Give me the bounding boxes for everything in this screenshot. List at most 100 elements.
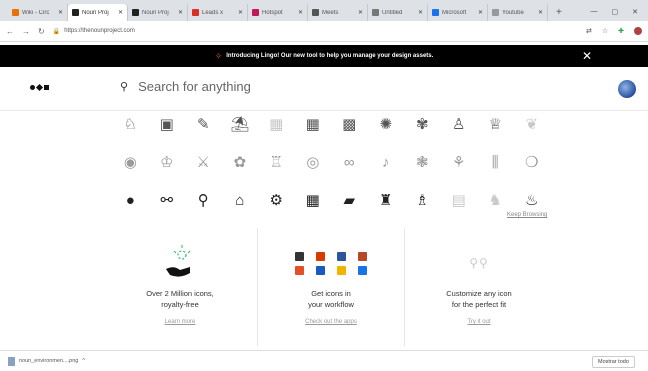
icon-tile[interactable]: ▤: [441, 193, 478, 208]
close-tab-icon[interactable]: ✕: [298, 9, 303, 16]
close-window-icon[interactable]: ✕: [632, 8, 638, 16]
icon-tile[interactable]: ♜: [368, 193, 405, 208]
translate-icon[interactable]: ⇄: [586, 27, 592, 35]
close-tab-icon[interactable]: ✕: [478, 9, 483, 16]
noun-project-logo[interactable]: [30, 83, 49, 92]
icon-tile[interactable]: ♔: [149, 155, 186, 170]
icon-tile[interactable]: ◉: [112, 155, 149, 170]
app-icons-grid: [256, 240, 406, 286]
chevron-up-icon[interactable]: ^: [82, 358, 85, 364]
icon-tile[interactable]: ♪: [368, 155, 405, 170]
feature-icons-count: Over 2 Million icons, royalty-free Learn…: [105, 240, 255, 328]
download-bar: noun_environmen....png ^: [0, 350, 648, 371]
browser-tab[interactable]: Noun Proj ✕: [128, 4, 188, 21]
icon-row: ◉ ♔ ⚔ ✿ ♖ ◎ ∞ ♪ ❃ ⚘ ⫼ ❍: [112, 143, 552, 181]
try-it-out-link[interactable]: Try it out: [467, 319, 490, 325]
close-tab-icon[interactable]: ✕: [238, 9, 243, 16]
browser-tab[interactable]: Noun Proj ✕: [68, 4, 128, 21]
browser-tab[interactable]: Wiki - Circ ✕: [8, 4, 68, 21]
feature-workflow: Get icons in your workflow Check out the…: [256, 240, 406, 328]
close-announcement-icon[interactable]: ✕: [582, 49, 592, 63]
url-field[interactable]: 🔒 https://thenounproject.com: [53, 28, 578, 35]
icon-tile[interactable]: ●: [112, 193, 149, 208]
profile-icon[interactable]: [634, 27, 642, 35]
app-icon: [358, 265, 367, 275]
icon-tile[interactable]: ✺: [368, 117, 405, 132]
icon-tile[interactable]: ♨: [514, 193, 551, 208]
icon-tile[interactable]: ∞: [331, 155, 368, 170]
icon-tile[interactable]: ✾: [404, 117, 441, 132]
browser-tab[interactable]: Leads x ✕: [188, 4, 248, 21]
icon-tile[interactable]: ◎: [295, 155, 332, 170]
learn-more-link[interactable]: Learn more: [165, 319, 196, 325]
icon-tile[interactable]: ▣: [149, 117, 186, 132]
minimize-icon[interactable]: —: [591, 8, 598, 16]
icon-tile[interactable]: ⌂: [222, 193, 259, 208]
browser-tab[interactable]: Meets ✕: [308, 4, 368, 21]
icon-tile[interactable]: ✎: [185, 117, 222, 132]
browser-tab[interactable]: Microsoft ✕: [428, 4, 488, 21]
browser-tab[interactable]: Untitled ✕: [368, 4, 428, 21]
search-input[interactable]: [138, 79, 559, 94]
icon-tile[interactable]: ▦: [258, 117, 295, 132]
icon-tile[interactable]: ⛱: [222, 117, 259, 132]
show-all-downloads-button[interactable]: Mostrar todo: [592, 356, 635, 368]
tab-title: Noun Proj: [82, 9, 109, 16]
feature-title: Get icons in your workflow: [308, 289, 354, 309]
icon-tile[interactable]: ⚲: [185, 193, 222, 208]
reload-icon[interactable]: ↻: [38, 27, 45, 36]
feature-title: Customize any icon for the perfect fit: [446, 289, 512, 309]
icon-tile[interactable]: ⚙: [258, 193, 295, 208]
tab-title: Untitled: [382, 9, 403, 16]
favicon-icon: [72, 9, 79, 16]
lock-icon: 🔒: [52, 28, 61, 35]
download-item[interactable]: noun_environmen....png ^: [8, 356, 85, 366]
icon-grid: ♘ ▣ ✎ ⛱ ▦ ▦ ▩ ✺ ✾ ♙ ♕ ❦ ◉ ♔ ⚔ ✿ ♖ ◎ ∞ ♪ ❃ ⚘ ⫼ ❍ ● ⚯ ⚲ ⌂ ⚙ ▦ ▰ ♜ ♗ ▤ ♞ ♨: [112, 105, 552, 219]
icon-tile[interactable]: ▦: [295, 193, 332, 208]
icon-tile[interactable]: ✿: [222, 155, 259, 170]
back-icon[interactable]: ←: [6, 27, 14, 36]
icon-tile[interactable]: ♖: [258, 155, 295, 170]
close-tab-icon[interactable]: ✕: [538, 9, 543, 16]
announcement-text[interactable]: Introducing Lingo! Our new tool to help …: [226, 53, 433, 59]
avatar[interactable]: [618, 80, 636, 98]
icon-row: ● ⚯ ⚲ ⌂ ⚙ ▦ ▰ ♜ ♗ ▤ ♞ ♨: [112, 181, 552, 219]
favicon-icon: [312, 9, 319, 16]
close-tab-icon[interactable]: ✕: [358, 9, 363, 16]
browser-tab[interactable]: Youtube ✕: [488, 4, 548, 21]
close-tab-icon[interactable]: ✕: [118, 9, 123, 16]
icon-tile[interactable]: ❃: [404, 155, 441, 170]
favicon-icon: [192, 9, 199, 16]
check-out-apps-link[interactable]: Check out the apps: [305, 319, 357, 325]
icon-tile[interactable]: ⚘: [441, 155, 478, 170]
icon-tile[interactable]: ♗: [404, 193, 441, 208]
bookmark-star-icon[interactable]: ☆: [602, 27, 608, 35]
icon-tile[interactable]: ⚔: [185, 155, 222, 170]
close-tab-icon[interactable]: ✕: [58, 9, 63, 16]
app-icon: [337, 251, 346, 261]
icon-tile[interactable]: ▩: [331, 117, 368, 132]
icon-tile[interactable]: ▰: [331, 193, 368, 208]
icon-tile[interactable]: ♘: [112, 117, 149, 132]
app-icon: [295, 251, 304, 261]
keep-browsing-link[interactable]: Keep Browsing: [507, 212, 547, 218]
tab-title: Youtube: [502, 9, 524, 16]
icon-tile[interactable]: ⚯: [149, 193, 186, 208]
icon-tile[interactable]: ♙: [441, 117, 478, 132]
icon-tile[interactable]: ❦: [514, 117, 551, 132]
feature-title: Over 2 Million icons, royalty-free: [146, 289, 214, 309]
icon-tile[interactable]: ♞: [477, 193, 514, 208]
icon-tile[interactable]: ♕: [477, 117, 514, 132]
tab-title: Hotspot: [262, 9, 283, 16]
icon-tile[interactable]: ❍: [514, 155, 551, 170]
forward-icon[interactable]: →: [22, 27, 30, 36]
browser-tab[interactable]: Hotspot ✕: [248, 4, 308, 21]
maximize-icon[interactable]: ▢: [612, 8, 619, 16]
close-tab-icon[interactable]: ✕: [178, 9, 183, 16]
new-tab-button[interactable]: +: [556, 7, 562, 18]
icon-tile[interactable]: ▦: [295, 117, 332, 132]
search-icon[interactable]: ⚲: [120, 80, 128, 93]
close-tab-icon[interactable]: ✕: [418, 9, 423, 16]
icon-tile[interactable]: ⫼: [477, 155, 514, 170]
extension-icon[interactable]: ✚: [618, 27, 624, 35]
